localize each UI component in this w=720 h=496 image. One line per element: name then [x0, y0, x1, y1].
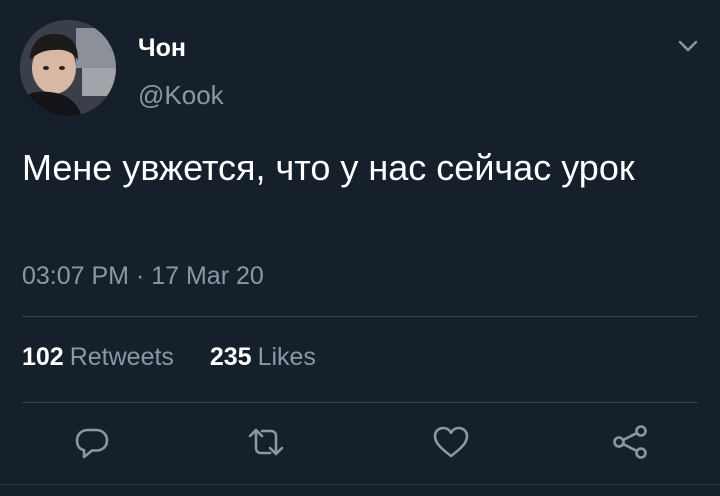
share-button[interactable] [610, 424, 650, 460]
likes-stat[interactable]: 235 Likes [203, 343, 316, 371]
retweet-icon [248, 428, 284, 456]
display-name[interactable]: Чон [138, 34, 186, 63]
divider [0, 484, 720, 485]
avatar[interactable] [20, 20, 116, 116]
divider [22, 402, 698, 403]
reply-button[interactable] [72, 424, 112, 460]
avatar-image [20, 20, 116, 116]
likes-label: Likes [257, 343, 316, 371]
retweets-count: 102 [22, 343, 64, 371]
share-icon [613, 425, 647, 459]
divider [22, 316, 698, 317]
tweet-timestamp[interactable]: 03:07 PM · 17 Mar 20 [22, 262, 264, 291]
tweet-text: Мене увжется, что у нас сейчас урок [22, 147, 635, 188]
likes-count: 235 [209, 343, 252, 371]
retweets-stat[interactable]: 102 Retweets [22, 343, 181, 371]
retweets-label: Retweets [69, 343, 174, 371]
chevron-down-icon[interactable] [674, 34, 702, 58]
like-button[interactable] [431, 424, 471, 460]
tweet-card: Чон @Kook Мене увжется, что у нас сейчас… [0, 0, 720, 496]
retweet-button[interactable] [246, 424, 286, 460]
user-handle[interactable]: @Kook [138, 80, 224, 111]
reply-icon [75, 428, 109, 459]
heart-icon [433, 426, 469, 458]
tweet-stats: 102 Retweets 235 Likes [22, 343, 316, 372]
